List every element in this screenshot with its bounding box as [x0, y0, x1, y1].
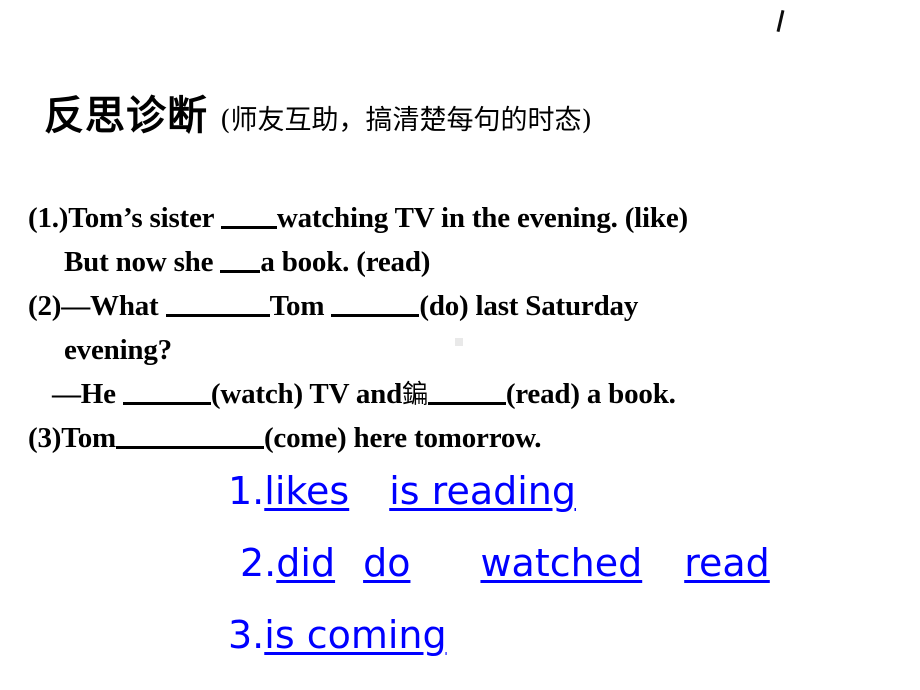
question-3-text-a: Tom [61, 422, 116, 454]
question-1-line-2: But now she a book. (read) [28, 240, 908, 284]
question-1-blank-2 [220, 243, 261, 273]
question-1-text-b: watching TV in the evening. (like) [276, 202, 688, 234]
slide-canvas: 反思诊断 (师友互助，搞清楚每句的时态) (1.)Tom’s sister wat… [0, 0, 920, 690]
answer-key-list: 1.likes is reading 2.did do watched read 3… [228, 455, 770, 671]
question-2-line-2: evening? [28, 328, 908, 372]
exercise-question-list: (1.)Tom’s sister watching TV in the even… [28, 196, 908, 460]
question-2-text-c: (do) last Saturday [419, 290, 639, 322]
question-2-number: (2) [28, 290, 62, 322]
answer-2-word-3: watched [480, 541, 643, 585]
answer-1-word-2: is reading [389, 469, 576, 513]
question-3-text-b: (come) here tomorrow. [263, 422, 542, 454]
slide-title: 反思诊断 (师友互助，搞清楚每句的时态) [44, 96, 592, 136]
stray-pen-mark [776, 9, 785, 33]
question-2-text-b: Tom [269, 290, 332, 322]
answer-1-number: 1. [228, 469, 265, 513]
answer-3-word-1: is coming [264, 613, 447, 657]
question-1-line-1: (1.)Tom’s sister watching TV in the even… [28, 196, 908, 240]
question-3-number: (3) [28, 422, 62, 454]
question-2-line-1: (2)—What Tom (do) last Saturday [28, 284, 908, 328]
question-2-blank-1 [165, 287, 270, 317]
question-2-text-a: —What [61, 290, 166, 322]
answer-row-2: 2.did do watched read [228, 527, 770, 599]
question-2-blank-4 [427, 375, 506, 405]
question-1b-text-b: a book. (read) [260, 246, 431, 278]
answer-1-word-1: likes [264, 469, 350, 513]
answer-row-3: 3.is coming [228, 599, 770, 671]
answer-2-word-4: read [684, 541, 770, 585]
question-2b-text: evening? [64, 334, 172, 366]
question-1-number: (1.) [28, 202, 69, 234]
slide-title-main: 反思诊断 [44, 92, 208, 139]
question-2-blank-2 [331, 287, 420, 317]
question-2c-text-a: —He [52, 378, 123, 410]
question-3-line-1: (3)Tom (come) here tomorrow. [28, 416, 908, 460]
question-2c-text-c: (read) a book. [505, 378, 676, 410]
question-1-blank-1 [220, 199, 277, 229]
question-1b-text-a: But now she [64, 246, 221, 278]
answer-2-word-2: do [363, 541, 411, 585]
answer-2-word-1: did [276, 541, 336, 585]
answer-3-number: 3. [228, 613, 265, 657]
question-2c-text-b: (watch) TV and [210, 378, 402, 410]
question-1-text-a: Tom’s sister [68, 202, 221, 234]
garbled-cjk-character: 鍽 [402, 380, 428, 410]
question-2-line-3: —He (watch) TV and鍽 (read) a book. [28, 372, 908, 416]
question-2-blank-3 [122, 375, 211, 405]
answer-row-1: 1.likes is reading [228, 455, 770, 527]
slide-title-subtitle: (师友互助，搞清楚每句的时态) [220, 105, 593, 136]
answer-2-number: 2. [240, 541, 277, 585]
question-3-blank-1 [115, 419, 264, 449]
